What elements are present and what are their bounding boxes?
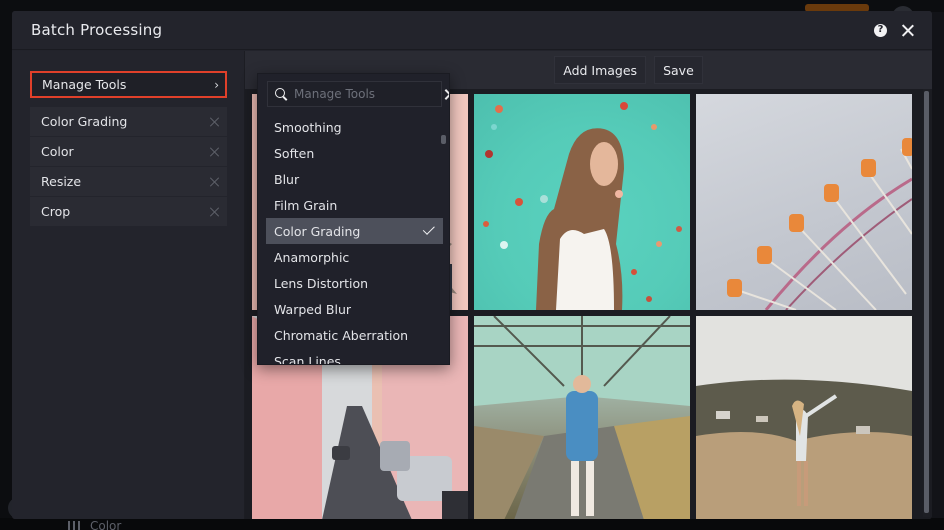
header-actions: ? [874, 23, 914, 37]
tool-option-anamorphic[interactable]: Anamorphic [266, 244, 443, 270]
tool-item-resize[interactable]: Resize [30, 167, 227, 196]
close-icon[interactable] [901, 24, 914, 37]
scrollbar-thumb[interactable] [924, 91, 929, 513]
tool-item-color-grading[interactable]: Color Grading [30, 107, 227, 136]
tool-option-warped-blur[interactable]: Warped Blur [266, 296, 443, 322]
confetti-portrait-image [483, 102, 682, 310]
ferris-wheel-image [727, 138, 912, 310]
tool-item-label: Resize [41, 174, 82, 189]
image-thumbnail[interactable] [696, 316, 912, 519]
clear-search-icon[interactable] [444, 89, 449, 100]
remove-icon[interactable] [209, 117, 219, 127]
tool-option-color-grading[interactable]: Color Grading [266, 218, 443, 244]
tool-option-label: Film Grain [274, 197, 338, 213]
tool-item-label: Color [41, 144, 74, 159]
tool-option-label: Soften [274, 145, 315, 161]
manage-tools-label: Manage Tools [42, 77, 127, 92]
chevron-right-icon: › [214, 77, 219, 92]
help-circle-icon[interactable]: ? [874, 23, 887, 37]
tool-option-label: Warped Blur [274, 301, 352, 317]
tool-item-color[interactable]: Color [30, 137, 227, 166]
tool-option-label: Chromatic Aberration [274, 327, 409, 343]
add-images-button[interactable]: Add Images [554, 56, 647, 84]
tool-option-smoothing[interactable]: Smoothing [266, 114, 443, 140]
background-bottom-item: Color [68, 520, 121, 530]
tool-options-list: Smoothing Soften Blur Film Grain Color G… [266, 114, 443, 365]
image-thumbnail[interactable] [474, 316, 690, 519]
tool-option-soften[interactable]: Soften [266, 140, 443, 166]
tool-option-label: Scan Lines [274, 353, 341, 365]
tool-option-label: Color Grading [274, 223, 361, 239]
remove-icon[interactable] [209, 147, 219, 157]
remove-icon[interactable] [209, 207, 219, 217]
tool-option-label: Anamorphic [274, 249, 350, 265]
tool-option-film-grain[interactable]: Film Grain [266, 192, 443, 218]
tool-option-blur[interactable]: Blur [266, 166, 443, 192]
tool-option-scan-lines[interactable]: Scan Lines [266, 348, 443, 365]
tool-search-field [267, 81, 444, 107]
hilltop-image [696, 316, 912, 519]
manage-tools-dropdown: Smoothing Soften Blur Film Grain Color G… [257, 73, 450, 365]
remove-icon[interactable] [209, 177, 219, 187]
dropdown-scrollbar[interactable] [441, 135, 446, 144]
tool-search-input[interactable] [294, 87, 444, 101]
dialog-header: Batch Processing ? [12, 11, 932, 50]
background-panel [932, 12, 944, 530]
tool-item-crop[interactable]: Crop [30, 197, 227, 226]
check-icon [422, 222, 435, 235]
tool-item-label: Color Grading [41, 114, 128, 129]
tool-option-label: Smoothing [274, 119, 342, 135]
dialog-body: Manage Tools › Color Grading Color Resiz… [12, 51, 932, 519]
tool-option-label: Lens Distortion [274, 275, 369, 291]
background-bottom-label: Color [90, 519, 122, 530]
tool-item-label: Crop [41, 204, 71, 219]
search-icon [275, 87, 288, 101]
image-thumbnail[interactable] [696, 94, 912, 310]
image-thumbnail[interactable] [474, 94, 690, 310]
tool-option-chromatic-aberration[interactable]: Chromatic Aberration [266, 322, 443, 348]
manage-tools-button[interactable]: Manage Tools › [30, 71, 227, 98]
save-button[interactable]: Save [654, 56, 703, 84]
tools-sidebar: Manage Tools › Color Grading Color Resiz… [12, 51, 245, 519]
tool-option-label: Blur [274, 171, 300, 187]
columns-icon [68, 521, 80, 530]
selected-tools-list: Color Grading Color Resize Crop [30, 107, 227, 226]
background-bottom-bar [0, 518, 944, 530]
batch-processing-dialog: Batch Processing ? Manage Tools › Color … [12, 11, 932, 519]
greenhouse-image [474, 316, 690, 519]
image-grid-scrollbar[interactable] [923, 89, 930, 517]
tool-option-lens-distortion[interactable]: Lens Distortion [266, 270, 443, 296]
dialog-title: Batch Processing [31, 21, 163, 39]
